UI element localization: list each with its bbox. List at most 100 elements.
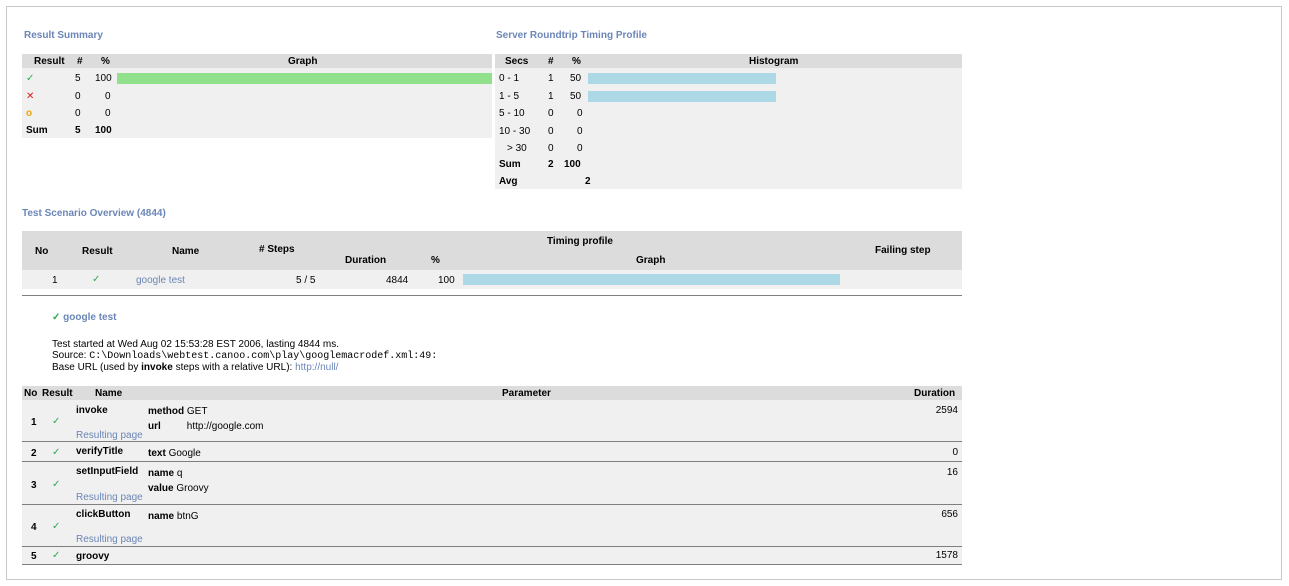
step-duration: 1578 [935, 550, 958, 561]
col-timing-profile: Timing profile [547, 236, 613, 247]
col-steps: # Steps [259, 244, 295, 255]
check-icon: ✓ [92, 274, 101, 285]
col-failing-step: Failing step [875, 245, 931, 256]
col-result: Result [34, 56, 65, 67]
step-param: value Groovy [148, 483, 209, 494]
timing-secs: 0 - 1 [499, 73, 520, 84]
timing-pct: 0 [577, 126, 583, 137]
timing-profile-panel: Secs # % Histogram 0 - 1 1 50 1 - 5 1 50… [495, 54, 962, 189]
step-no: 3 [31, 480, 37, 491]
resulting-page-link[interactable]: Resulting page [76, 430, 143, 441]
overview-test-link[interactable]: google test [136, 275, 185, 286]
result-bar-passed [117, 73, 492, 84]
col-secs: Secs [505, 56, 529, 67]
detail-started: Test started at Wed Aug 02 15:53:28 EST … [52, 339, 340, 350]
cross-icon: ✕ [26, 91, 35, 102]
timing-pct: 50 [570, 73, 582, 84]
step-param: method GET [148, 406, 208, 417]
result-count: 0 [75, 91, 81, 102]
step-duration: 2594 [935, 405, 958, 416]
base-url-link[interactable]: http://null/ [295, 362, 338, 373]
timing-count: 1 [548, 73, 554, 84]
timing-sum-label: Sum [499, 159, 521, 170]
step-no: 5 [31, 551, 37, 562]
result-summary-title: Result Summary [24, 30, 103, 41]
overview-steps: 5 / 5 [296, 275, 316, 286]
source-path: C:\Downloads\webtest.canoo.com\play\goog… [89, 351, 438, 362]
col-count: # [77, 56, 83, 67]
timing-profile-header [495, 54, 962, 68]
timing-pct: 0 [577, 143, 583, 154]
col-graph: Graph [636, 255, 666, 266]
timing-secs: 10 - 30 [499, 126, 531, 137]
result-pct: 100 [95, 73, 112, 84]
timing-sum-count: 2 [548, 159, 554, 170]
histogram-bar [588, 91, 776, 102]
timing-count: 0 [548, 143, 554, 154]
step-duration: 0 [952, 447, 958, 458]
timing-sum-pct: 100 [564, 159, 581, 170]
timing-secs: 1 - 5 [499, 91, 520, 102]
result-summary-panel: Result # % Graph ✓ 5 100 ✕ 0 0 o 0 0 Sum… [22, 54, 492, 138]
step-param: name btnG [148, 511, 199, 522]
step-no: 2 [31, 448, 37, 459]
detail-base-url: Base URL (used by invoke steps with a re… [52, 362, 338, 373]
col-name: Name [95, 388, 123, 399]
timing-avg-label: Avg [499, 176, 518, 187]
check-icon: ✓ [52, 447, 61, 458]
overview-header [22, 231, 962, 270]
overview-timing-bar [463, 274, 840, 285]
col-duration: Duration [914, 388, 956, 399]
table-row [22, 547, 962, 565]
step-duration: 656 [941, 509, 958, 520]
resulting-page-link[interactable]: Resulting page [76, 534, 143, 545]
step-param: text Google [148, 448, 201, 459]
col-duration: Duration [345, 255, 387, 266]
step-name: clickButton [76, 509, 131, 520]
col-result: Result [42, 388, 73, 399]
check-icon: ✓ [26, 73, 35, 84]
step-name: groovy [76, 551, 110, 562]
base-url-bold: invoke [141, 362, 173, 373]
result-pct: 0 [105, 108, 111, 119]
sum-pct: 100 [95, 125, 112, 136]
step-name: invoke [76, 405, 108, 416]
step-duration: 16 [946, 467, 958, 478]
source-label: Source: [52, 350, 87, 361]
check-icon: ✓ [52, 479, 61, 490]
sum-count: 5 [75, 125, 81, 136]
divider [22, 295, 962, 296]
step-name: verifyTitle [76, 446, 124, 457]
step-no: 1 [31, 417, 37, 428]
result-count: 0 [75, 108, 81, 119]
timing-count: 0 [548, 126, 554, 137]
check-icon: ✓ [52, 550, 61, 561]
col-graph: Graph [288, 56, 318, 67]
circle-icon: o [26, 108, 33, 119]
timing-count: 1 [548, 91, 554, 102]
base-url-pre: Base URL (used by [52, 362, 142, 373]
col-pct: % [101, 56, 110, 67]
detail-title: ✓ google test [52, 312, 117, 323]
col-pct: % [572, 56, 581, 67]
check-icon: ✓ [52, 416, 61, 427]
step-param: name q [148, 468, 183, 479]
timing-secs: > 30 [507, 143, 527, 154]
col-name: Name [172, 246, 200, 257]
timing-profile-title: Server Roundtrip Timing Profile [496, 30, 647, 41]
result-count: 5 [75, 73, 81, 84]
base-url-post: steps with a relative URL): [172, 362, 293, 373]
col-no: No [35, 246, 49, 257]
result-summary-header [22, 54, 492, 68]
result-pct: 0 [105, 91, 111, 102]
overview-title: Test Scenario Overview (4844) [22, 208, 166, 219]
resulting-page-link[interactable]: Resulting page [76, 492, 143, 503]
histogram-bar [588, 73, 776, 84]
timing-pct: 0 [577, 108, 583, 119]
steps-header [22, 386, 962, 400]
col-no: No [24, 388, 38, 399]
detail-test-name: google test [63, 312, 117, 323]
step-param: url http://google.com [148, 421, 264, 432]
col-parameter: Parameter [502, 388, 551, 399]
overview-duration: 4844 [386, 275, 409, 286]
